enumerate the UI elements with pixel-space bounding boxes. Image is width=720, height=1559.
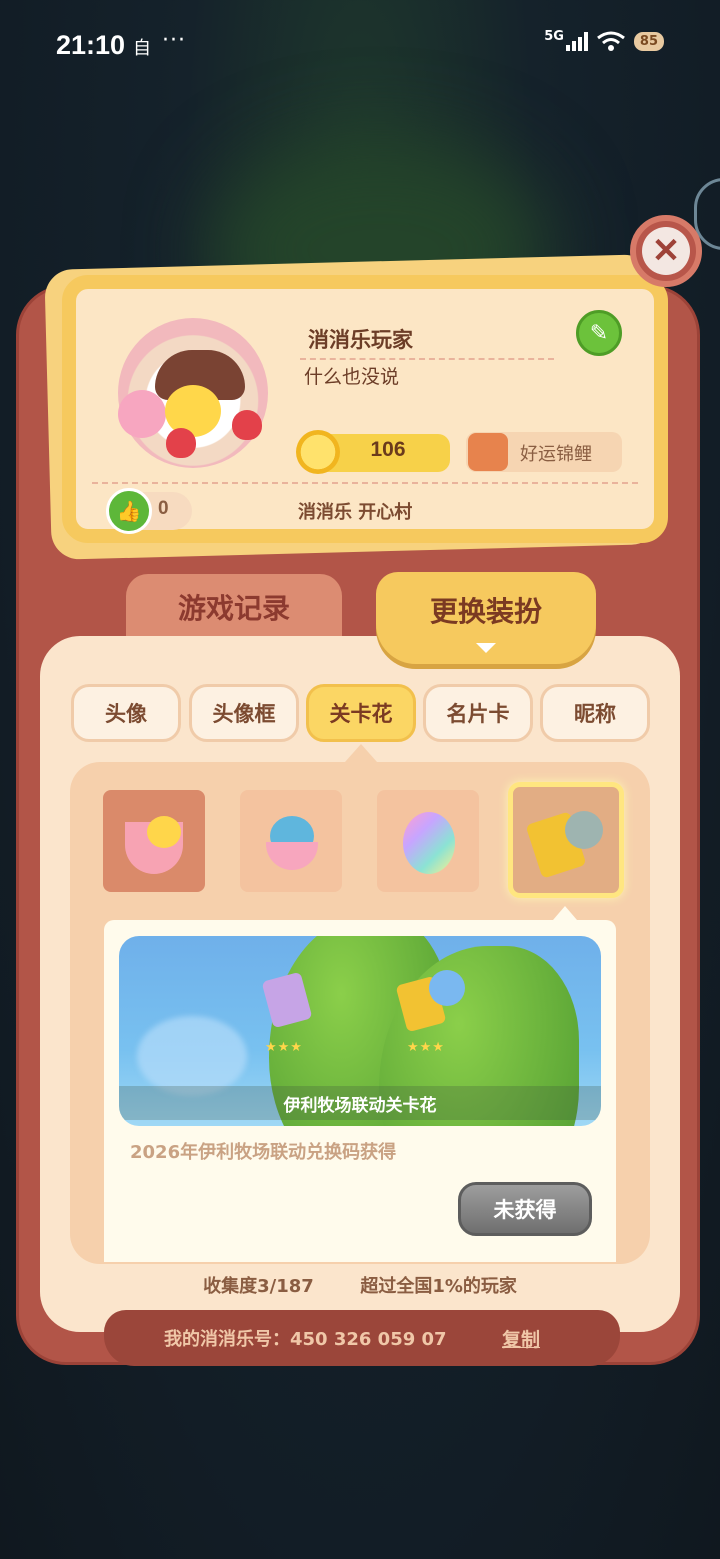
village-name: 消消乐 开心村 (298, 502, 413, 523)
divider (92, 482, 638, 484)
battery-level: 85 (633, 31, 664, 51)
status-indicators: 5G 85 (544, 28, 664, 52)
collection-progress: 收集度3/187 超过全国1%的玩家 (40, 1272, 680, 1298)
signal-icon (565, 31, 588, 51)
close-button[interactable]: ✕ (630, 215, 702, 287)
rainbow-flower-icon (403, 812, 455, 874)
sub-tab-name-card[interactable]: 名片卡 (423, 684, 533, 742)
strawberry-icon (232, 410, 262, 440)
star-rating: ★★★ (265, 1040, 303, 1055)
item-rainbow-flower[interactable] (377, 790, 479, 892)
koi-fish-icon (468, 433, 508, 471)
like-count: 0 (158, 498, 169, 519)
sub-tab-pointer (345, 744, 377, 762)
coin-icon (296, 430, 340, 474)
close-icon: ✕ (642, 227, 690, 275)
blue-creature-icon (429, 970, 465, 1006)
title-text: 好运锦鲤 (520, 444, 592, 465)
selection-pointer (553, 906, 577, 920)
gray-cat-icon (565, 811, 603, 849)
player-name: 消消乐玩家 (308, 328, 413, 352)
item-ice-cream-chick[interactable] (103, 790, 205, 892)
sub-tab-avatar-frame[interactable]: 头像框 (189, 684, 299, 742)
item-yili-snack[interactable] (508, 782, 624, 898)
account-id: 我的消消乐号：450 326 059 07 (164, 1329, 447, 1350)
item-description: 2026年伊利牧场联动兑换码获得 (130, 1142, 397, 1163)
wifi-icon (596, 31, 625, 51)
network-type: 5G (544, 28, 564, 44)
edit-profile-button[interactable]: ✎ (576, 310, 622, 356)
divider (300, 358, 554, 360)
chick-icon (147, 816, 181, 848)
avatar-icecream-decor (118, 390, 166, 438)
tab-game-records[interactable]: 游戏记录 (126, 574, 342, 640)
status-time: 21:10 (56, 30, 126, 60)
sub-tab-avatar[interactable]: 头像 (71, 684, 181, 742)
sub-tab-level-flower[interactable]: 关卡花 (306, 684, 416, 742)
copy-button[interactable]: 复制 (502, 1325, 540, 1352)
tab-indicator-icon (476, 643, 496, 653)
cloud-cat-shape (137, 1016, 247, 1096)
strawberry-icon (166, 428, 196, 458)
thumbs-up-icon[interactable]: 👍 (106, 488, 152, 534)
pencil-icon: ✎ (589, 320, 609, 346)
item-preview-image: ★★★ ★★★ 伊利牧场联动关卡花 (119, 936, 601, 1126)
coin-count: 106 (370, 438, 406, 461)
player-signature: 什么也没说 (304, 366, 400, 388)
notification-icon: 自 (133, 38, 151, 59)
collection-count: 收集度3/187 (203, 1276, 314, 1297)
sub-tab-nickname[interactable]: 昵称 (540, 684, 650, 742)
collection-rank: 超过全国1%的玩家 (360, 1276, 517, 1297)
not-obtained-button[interactable]: 未获得 (458, 1182, 592, 1236)
star-rating: ★★★ (407, 1040, 445, 1055)
egg-shell-icon (266, 842, 318, 870)
more-notifications-icon: ··· (162, 28, 186, 53)
preview-caption: 伊利牧场联动关卡花 (119, 1086, 601, 1120)
item-blue-dino[interactable] (240, 790, 342, 892)
